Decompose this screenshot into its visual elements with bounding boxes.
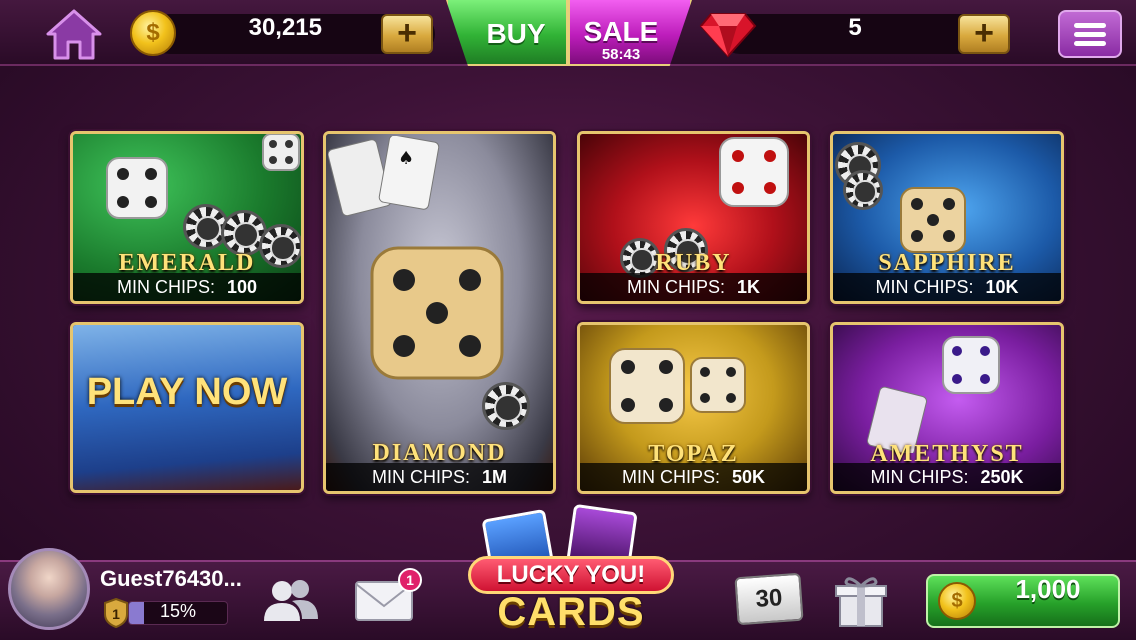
table-min-chips: MIN CHIPS: 10K <box>833 273 1061 301</box>
play-now-button[interactable]: PLAY NOW <box>70 322 304 493</box>
poker-chip-icon <box>482 382 530 430</box>
friends-icon[interactable] <box>262 577 320 623</box>
table-sapphire[interactable]: SAPPHIRE MIN CHIPS: 10K <box>830 131 1064 304</box>
dice-icon <box>106 157 168 219</box>
table-emerald[interactable]: EMERALD MIN CHIPS: 100 <box>70 131 304 304</box>
play-now-label[interactable]: PLAY NOW <box>73 371 301 414</box>
cards-label[interactable]: CARDS <box>468 590 674 634</box>
player-name: Guest76430... <box>100 566 242 591</box>
dice-icon <box>609 348 685 424</box>
home-icon[interactable] <box>44 8 104 62</box>
gift-icon[interactable] <box>834 572 888 628</box>
table-topaz[interactable]: TOPAZ MIN CHIPS: 50K <box>577 322 810 494</box>
table-min-chips: MIN CHIPS: 100 <box>73 273 301 301</box>
coin-icon: $ <box>130 10 176 56</box>
mail-notification-badge: 1 <box>398 568 422 592</box>
player-avatar[interactable] <box>8 548 90 630</box>
sale-timer: 58:43 <box>601 46 641 63</box>
daily-calendar-button[interactable]: 30 <box>734 572 804 626</box>
dice-icon <box>262 134 300 171</box>
add-gems-button[interactable]: + <box>958 14 1010 54</box>
table-min-chips: MIN CHIPS: 1K <box>580 273 807 301</box>
dice-icon <box>719 137 789 207</box>
dice-icon <box>900 187 966 253</box>
sale-button-label[interactable]: SALE <box>570 16 672 48</box>
buy-button-label[interactable]: BUY <box>466 18 566 50</box>
table-min-chips: MIN CHIPS: 250K <box>833 463 1061 491</box>
lucky-you-label[interactable]: LUCKY YOU! <box>468 556 674 594</box>
coin-icon: $ <box>938 582 976 620</box>
collect-bonus-amount[interactable]: 1,000 <box>976 574 1120 605</box>
menu-icon <box>1074 23 1106 28</box>
coin-balance: 30,215 <box>248 14 322 41</box>
player-level: 1 <box>112 606 120 622</box>
table-ruby[interactable]: RUBY MIN CHIPS: 1K <box>577 131 810 304</box>
table-min-chips: MIN CHIPS: 1M <box>326 463 553 491</box>
gem-balance: 5 <box>848 14 862 41</box>
poker-chip-icon <box>843 170 883 210</box>
table-min-chips: MIN CHIPS: 50K <box>580 463 807 491</box>
table-diamond[interactable]: ♠ DIAMOND MIN CHIPS: 1M <box>323 131 556 494</box>
add-coins-button[interactable]: + <box>381 14 433 54</box>
dice-icon <box>690 357 746 413</box>
dice-icon <box>370 246 504 380</box>
top-bar: $ 30,215 + BUY SALE 58:43 5 + <box>0 0 1136 66</box>
menu-button[interactable] <box>1058 10 1122 58</box>
dice-icon <box>942 336 1000 394</box>
level-progress-label: 15% <box>159 601 197 621</box>
playing-cards-icon: ♠ <box>328 136 440 216</box>
ruby-gem-icon <box>699 13 757 58</box>
svg-text:♠: ♠ <box>398 148 414 169</box>
table-amethyst[interactable]: AMETHYST MIN CHIPS: 250K <box>830 322 1064 494</box>
level-shield-icon: 1 <box>104 598 128 628</box>
